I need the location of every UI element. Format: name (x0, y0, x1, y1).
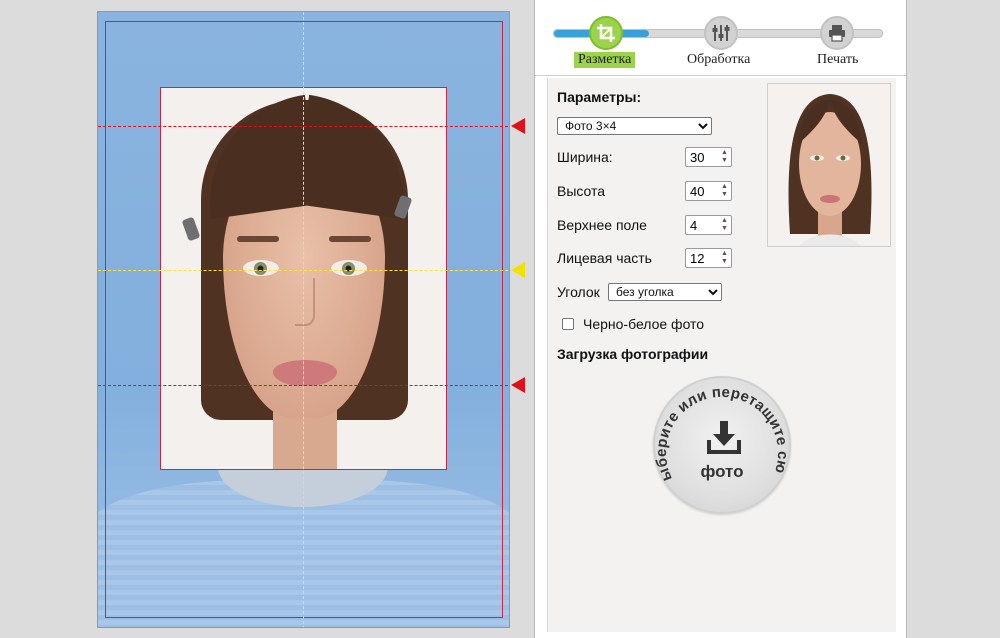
parameters-title: Параметры: (557, 89, 642, 105)
step-navigation: Разметка Обработка Печать (535, 0, 906, 76)
top-margin-label: Верхнее поле (557, 217, 647, 233)
guide-center-line[interactable] (303, 12, 304, 627)
bw-option[interactable]: Черно-белое фото (562, 316, 704, 332)
guide-eyes-handle[interactable] (511, 262, 525, 278)
step-print-label[interactable]: Печать (817, 52, 858, 68)
upload-photo-label: фото (700, 462, 744, 481)
bw-label[interactable]: Черно-белое фото (583, 316, 704, 332)
photo-lips (273, 360, 337, 386)
step-markup-button[interactable] (589, 16, 623, 50)
brow-right (329, 236, 371, 242)
bw-checkbox[interactable] (562, 318, 574, 330)
step-print-button[interactable] (820, 16, 854, 50)
photo-preview-thumbnail (767, 83, 891, 247)
settings-panel: Разметка Обработка Печать Параметры: Фот… (534, 0, 907, 638)
photo-nose (295, 278, 315, 326)
height-stepper[interactable]: ▲▼ (685, 181, 732, 201)
height-input[interactable] (686, 182, 719, 200)
crop-icon (597, 24, 615, 42)
height-label: Высота (557, 183, 606, 199)
step-processing-button[interactable] (704, 16, 738, 50)
face-part-stepper-arrows[interactable]: ▲ ▼ (719, 250, 730, 266)
corner-label: Уголок (557, 284, 600, 300)
upload-dropzone[interactable]: Выберите или перетащите сюда фото (653, 376, 791, 514)
step-processing-label[interactable]: Обработка (687, 52, 750, 68)
step-markup-label[interactable]: Разметка (574, 52, 636, 68)
guide-chin-handle[interactable] (511, 377, 525, 393)
top-margin-stepper-arrows[interactable]: ▲ ▼ (719, 217, 730, 233)
preview-portrait (768, 84, 890, 246)
printer-icon (829, 25, 845, 42)
eye-right (331, 260, 367, 276)
width-label: Ширина: (557, 149, 613, 165)
guide-top-handle[interactable] (511, 118, 525, 134)
width-input[interactable] (686, 148, 719, 166)
photo-editor-canvas[interactable] (97, 11, 510, 628)
brow-left (237, 236, 279, 242)
corner-select[interactable]: без уголка (608, 283, 722, 301)
sliders-icon (712, 25, 730, 41)
face-part-input[interactable] (686, 249, 719, 267)
parameters-section: Параметры: Фото 3×4 Ширина: ▲▼ Высота ▲▼… (547, 78, 896, 632)
face-part-stepper[interactable]: ▲▼ (685, 248, 732, 268)
width-stepper[interactable]: ▲▼ (685, 147, 732, 167)
top-margin-stepper[interactable]: ▲▼ (685, 215, 732, 235)
height-stepper-arrows[interactable]: ▲ ▼ (719, 183, 730, 199)
face-part-label: Лицевая часть (557, 250, 652, 266)
upload-title: Загрузка фотографии (557, 346, 709, 362)
download-icon (707, 421, 741, 454)
width-stepper-arrows[interactable]: ▲ ▼ (719, 149, 730, 165)
eye-left (243, 260, 279, 276)
format-select[interactable]: Фото 3×4 (557, 117, 712, 135)
hair-clip-left (181, 216, 201, 242)
top-margin-input[interactable] (686, 216, 719, 234)
